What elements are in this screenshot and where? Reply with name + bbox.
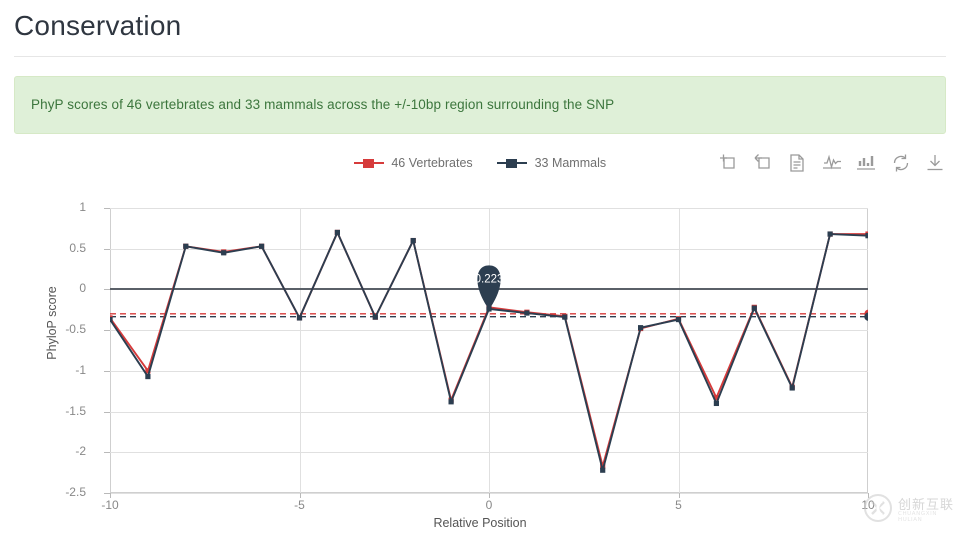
data-point bbox=[600, 467, 606, 473]
watermark: 创新互联 CHUANGXIN HULIAN bbox=[862, 488, 958, 528]
title-divider bbox=[14, 56, 946, 57]
watermark-subtext: CHUANGXIN HULIAN bbox=[898, 511, 938, 523]
marker-pin-shape bbox=[477, 265, 501, 310]
data-point bbox=[372, 314, 378, 320]
x-axis-tick-mark bbox=[110, 493, 111, 498]
data-point bbox=[221, 250, 227, 256]
y-axis-tick-mark bbox=[104, 208, 110, 209]
y-axis-tick-label: 0.5 bbox=[69, 240, 86, 255]
legend-marker-vertebrates bbox=[353, 157, 384, 169]
data-point bbox=[713, 400, 719, 407]
plot-area: 0.223 1 0.5 0 -0.5 -1 -1.5 -2 -2.5 -10 -5 0 5 10 Phy… bbox=[0, 198, 960, 530]
marker-pin: 0.223 bbox=[475, 265, 504, 310]
data-point bbox=[410, 237, 416, 244]
y-axis-tick-mark bbox=[104, 330, 110, 332]
y-axis-tick-mark bbox=[104, 411, 110, 413]
x-axis-tick-label: -5 bbox=[294, 498, 305, 512]
x-axis-tick-mark bbox=[299, 493, 301, 498]
x-axis-tick-mark bbox=[678, 493, 680, 498]
legend-item-vertebrates[interactable]: 46 Vertebrates bbox=[353, 154, 473, 172]
y-axis-label: PhyloP score bbox=[45, 286, 59, 360]
y-axis-tick-mark bbox=[104, 452, 110, 454]
x-axis-tick-label: 5 bbox=[675, 498, 682, 512]
conservation-page: Conservation PhyP scores of 46 vertebrat… bbox=[0, 0, 960, 536]
series-layer: 0.223 bbox=[110, 229, 868, 473]
line-chart-icon[interactable] bbox=[821, 152, 843, 174]
data-point bbox=[789, 385, 795, 391]
data-view-icon[interactable] bbox=[786, 152, 808, 174]
restore-icon[interactable] bbox=[890, 152, 912, 174]
chart-toolbox bbox=[709, 152, 946, 178]
bar-chart-icon[interactable] bbox=[855, 152, 877, 174]
y-axis-tick-label: -2 bbox=[75, 444, 86, 459]
data-zoom-reset-icon[interactable] bbox=[752, 152, 774, 174]
data-point bbox=[259, 243, 265, 249]
data-point bbox=[751, 305, 757, 311]
data-point bbox=[562, 314, 568, 320]
data-point bbox=[675, 316, 682, 323]
info-banner-text: PhyP scores of 46 vertebrates and 33 mam… bbox=[31, 97, 615, 112]
save-image-icon[interactable] bbox=[924, 152, 946, 174]
y-axis-tick-label: -1.5 bbox=[65, 403, 86, 418]
legend-marker-mammals bbox=[497, 157, 528, 169]
x-axis-tick-mark bbox=[489, 493, 490, 498]
y-axis-tick-mark bbox=[104, 248, 110, 250]
legend-item-mammals[interactable]: 33 Mammals bbox=[497, 154, 606, 172]
legend-label-vertebrates: 46 Vertebrates bbox=[391, 155, 473, 170]
data-zoom-icon[interactable] bbox=[717, 152, 739, 174]
y-axis-tick-label: -2.5 bbox=[65, 485, 86, 499]
x-axis-tick-label: -10 bbox=[101, 498, 119, 512]
x-axis-tick-label: 0 bbox=[485, 498, 493, 512]
data-point bbox=[638, 325, 644, 331]
conservation-chart-card: 46 Vertebrates 33 Mammals 0.223 1 0.5 0 … bbox=[0, 140, 960, 536]
data-point bbox=[145, 373, 151, 380]
data-point bbox=[183, 243, 189, 249]
data-point bbox=[827, 231, 833, 237]
marker-pin-label: 0.223 bbox=[475, 273, 504, 285]
data-point bbox=[448, 399, 454, 405]
data-point bbox=[334, 229, 340, 236]
data-point bbox=[524, 310, 530, 316]
data-point bbox=[865, 233, 868, 239]
y-axis-tick-mark bbox=[104, 370, 110, 372]
data-point bbox=[296, 315, 303, 321]
info-banner: PhyP scores of 46 vertebrates and 33 mam… bbox=[14, 76, 946, 134]
legend-label-mammals: 33 Mammals bbox=[534, 155, 607, 170]
page-title: Conservation bbox=[14, 10, 182, 41]
y-axis-tick-label: 1 bbox=[79, 200, 86, 214]
data-point bbox=[110, 316, 113, 323]
x-axis-label: Relative Position bbox=[433, 516, 527, 530]
y-axis-tick-mark bbox=[104, 289, 110, 291]
